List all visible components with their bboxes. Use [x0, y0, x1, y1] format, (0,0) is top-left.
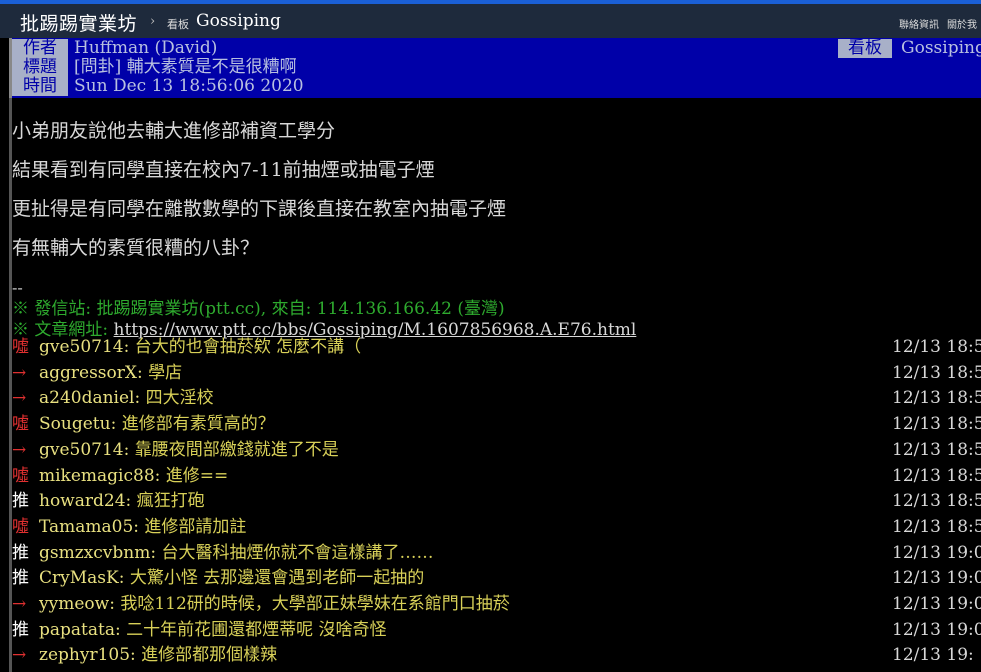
push-content: mikemagic88: 進修==	[39, 464, 228, 489]
breadcrumb-separator-icon: ›	[150, 14, 156, 29]
board-tag-value: Gossiping	[901, 38, 981, 58]
push-time: 12/13 18:5	[892, 337, 981, 357]
push-tag: 噓	[12, 337, 29, 357]
push-message: 台大醫科抽煙你就不會這樣講了……	[156, 542, 434, 563]
push-user: Sougetu	[39, 414, 111, 435]
push-tag: 噓	[12, 414, 29, 435]
push-row: 噓 Tamama05: 進修部請加註 12/13 18:5	[12, 515, 981, 540]
title-value: [問卦] 輔大素質是不是很糟啊	[74, 57, 297, 77]
push-message: 大驚小怪 去那邊還會遇到老師一起抽的	[124, 568, 425, 589]
push-message: 進修==	[160, 465, 229, 486]
body-line: 結果看到有同學直接在校內7-11前抽煙或抽電子煙	[12, 159, 435, 181]
push-time: 12/13 19:0	[892, 568, 981, 589]
title-label: 標題	[12, 58, 68, 77]
push-time: 12/13 18:5	[892, 414, 981, 435]
push-user: yymeow	[39, 594, 110, 614]
push-tag: →	[12, 439, 27, 460]
push-message: 我唸112研的時候，大學部正妹學妹在系館門口抽菸	[114, 594, 510, 614]
push-row: 推 howard24: 瘋狂打砲 12/13 18:5	[12, 489, 981, 514]
push-user: gsmzxcvbnm	[39, 542, 151, 563]
body-line: 更扯得是有同學在離散數學的下課後直接在教室內抽電子煙	[12, 198, 507, 220]
push-tag: →	[12, 594, 27, 614]
article-metaline: 作者 Huffman (David) 看板 Gossiping 標題 [問卦] …	[9, 38, 981, 98]
push-user: papatata	[39, 619, 115, 640]
push-user: aggressorX	[39, 362, 137, 383]
push-tag: →	[12, 388, 27, 409]
push-time: 12/13 19:0	[892, 594, 981, 614]
push-content: Sougetu: 進修部有素質高的？	[39, 412, 275, 437]
body-line: 有無輔大的素質很糟的八卦？	[12, 237, 260, 259]
push-row: 推 gsmzxcvbnm: 台大醫科抽煙你就不會這樣講了…… 12/13 19:0	[12, 541, 981, 566]
top-navbar: 批踢踢實業坊 › 看板 Gossiping 聯絡資訊 關於我	[0, 0, 981, 38]
push-time: 12/13 18:5	[892, 388, 981, 409]
board-row: 看板 Gossiping	[12, 39, 981, 59]
push-tag: 推	[12, 619, 29, 640]
push-tag: 噓	[12, 516, 29, 537]
push-tag: 推	[12, 491, 29, 512]
push-content: aggressorX: 學店	[39, 361, 182, 386]
push-tag: 噓	[12, 465, 29, 486]
push-tag: →	[12, 645, 27, 666]
push-content: papatata: 二十年前花圃還都煙蒂呢 沒啥奇怪	[39, 618, 387, 643]
push-content: gve50714: 台大的也會抽菸欸 怎麼不講（	[39, 335, 361, 360]
site-title-link[interactable]: 批踢踢實業坊	[20, 9, 137, 36]
push-user: gve50714	[39, 337, 124, 357]
push-content: yymeow: 我唸112研的時候，大學部正妹學妹在系館門口抽菸	[39, 592, 510, 617]
board-name-link[interactable]: Gossiping	[196, 11, 281, 31]
push-row: 推 papatata: 二十年前花圃還都煙蒂呢 沒啥奇怪 12/13 19:0	[12, 618, 981, 643]
push-content: zephyr105: 進修部都那個樣辣	[39, 643, 277, 668]
push-user: CryMasK	[39, 568, 119, 589]
push-time: 12/13 18:5	[892, 465, 981, 486]
push-row: → a240daniel: 四大淫校 12/13 18:5	[12, 386, 981, 411]
push-user: Tamama05	[39, 516, 134, 537]
push-message: 二十年前花圃還都煙蒂呢 沒啥奇怪	[120, 619, 387, 640]
push-user: zephyr105	[39, 645, 131, 666]
body-line: 小弟朋友說他去輔大進修部補資工學分	[12, 120, 336, 142]
board-label: 看板	[167, 18, 189, 31]
push-message: 台大的也會抽菸欸 怎麼不講（	[129, 337, 362, 357]
push-content: Tamama05: 進修部請加註	[39, 515, 246, 540]
push-row: → gve50714: 靠腰夜間部繳錢就進了不是 12/13 18:5	[12, 438, 981, 463]
push-row: 噓 Sougetu: 進修部有素質高的？ 12/13 18:5	[12, 412, 981, 437]
push-content: gve50714: 靠腰夜間部繳錢就進了不是	[39, 438, 339, 463]
push-message: 四大淫校	[140, 388, 214, 409]
push-message: 進修部請加註	[139, 516, 247, 537]
push-row: 推 CryMasK: 大驚小怪 去那邊還會遇到老師一起抽的 12/13 19:0	[12, 566, 981, 591]
push-content: gsmzxcvbnm: 台大醫科抽煙你就不會這樣講了……	[39, 541, 434, 566]
push-time: 12/13 19:0	[892, 619, 981, 640]
article-content: 小弟朋友說他去輔大進修部補資工學分 結果看到有同學直接在校內7-11前抽煙或抽電…	[9, 98, 981, 672]
push-message: 學店	[142, 362, 183, 383]
push-time: 12/13 18:5	[892, 516, 981, 537]
time-value: Sun Dec 13 18:56:06 2020	[74, 76, 304, 96]
push-time: 12/13 18:5	[892, 491, 981, 512]
time-label: 時間	[12, 77, 68, 96]
about-link[interactable]: 關於我	[947, 16, 977, 31]
push-message: 瘋狂打砲	[131, 491, 205, 512]
push-tag: 推	[12, 542, 29, 563]
push-time: 12/13 18:5	[892, 362, 981, 383]
push-message: 進修部有素質高的？	[116, 414, 275, 435]
push-tag: 推	[12, 568, 29, 589]
push-user: a240daniel	[39, 388, 135, 409]
push-row: → aggressorX: 學店 12/13 18:5	[12, 361, 981, 386]
push-content: a240daniel: 四大淫校	[39, 386, 214, 411]
nav-links: 聯絡資訊 關於我	[899, 16, 977, 31]
push-tag: →	[12, 362, 27, 383]
push-message: 進修部都那個樣辣	[135, 645, 278, 666]
push-row: → zephyr105: 進修部都那個樣辣 12/13 19:	[12, 643, 981, 668]
push-message: 靠腰夜間部繳錢就進了不是	[129, 439, 339, 460]
board-tag-label: 看板	[838, 39, 892, 58]
push-row: 噓 gve50714: 台大的也會抽菸欸 怎麼不講（ 12/13 18:5	[12, 335, 981, 360]
push-row: → yymeow: 我唸112研的時候，大學部正妹學妹在系館門口抽菸 12/13 1…	[12, 592, 981, 617]
push-content: howard24: 瘋狂打砲	[39, 489, 205, 514]
push-user: howard24	[39, 491, 126, 512]
contact-link[interactable]: 聯絡資訊	[899, 16, 939, 31]
push-time: 12/13 19:	[892, 645, 974, 666]
push-time: 12/13 19:0	[892, 542, 981, 563]
push-content: CryMasK: 大驚小怪 去那邊還會遇到老師一起抽的	[39, 566, 424, 591]
push-user: mikemagic88	[39, 465, 155, 486]
push-user: gve50714	[39, 439, 124, 460]
push-time: 12/13 18:5	[892, 439, 981, 460]
push-row: 噓 mikemagic88: 進修== 12/13 18:5	[12, 464, 981, 489]
